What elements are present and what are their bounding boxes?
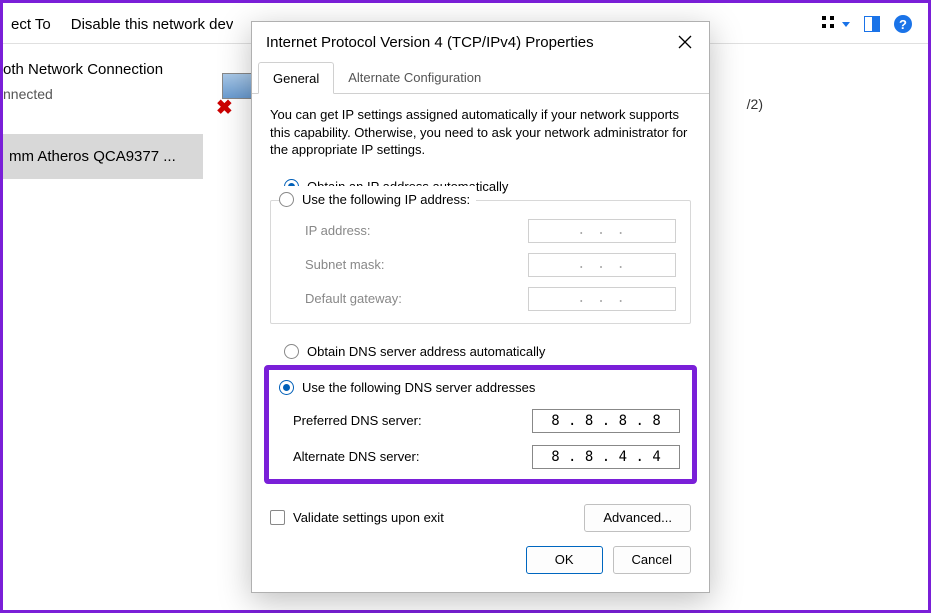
tab-general[interactable]: General (258, 62, 334, 94)
validate-checkbox[interactable] (270, 510, 285, 525)
ip-address-input: . . . (528, 219, 676, 243)
dialog-title: Internet Protocol Version 4 (TCP/IPv4) P… (266, 34, 669, 51)
tab-alternate-configuration[interactable]: Alternate Configuration (334, 62, 495, 93)
dns-manual-highlight: Use the following DNS server addresses P… (264, 365, 697, 484)
validate-label: Validate settings upon exit (293, 510, 444, 525)
toolbar-disable-device[interactable]: Disable this network dev (71, 16, 234, 33)
grid-icon (822, 16, 838, 32)
adapter-list-item[interactable]: mm Atheros QCA9377 ... (3, 134, 203, 179)
connection-status: nnected (3, 82, 203, 114)
disconnected-x-icon: ✖ (216, 95, 234, 113)
radio-use-dns-manual[interactable]: Use the following DNS server addresses (279, 376, 682, 403)
chevron-down-icon (842, 22, 850, 27)
toolbar-connect-to[interactable]: ect To (11, 16, 51, 33)
view-options-button[interactable] (822, 16, 850, 32)
ip-address-label: IP address: (305, 223, 516, 238)
radio-icon (284, 344, 299, 359)
cancel-button[interactable]: Cancel (613, 546, 691, 574)
radio-icon (279, 380, 294, 395)
page-indicator: /2) (747, 96, 763, 112)
default-gateway-input: . . . (528, 287, 676, 311)
subnet-mask-input: . . . (528, 253, 676, 277)
ok-button[interactable]: OK (526, 546, 603, 574)
advanced-button[interactable]: Advanced... (584, 504, 691, 532)
alternate-dns-label: Alternate DNS server: (293, 449, 520, 464)
alternate-dns-input[interactable]: 8 . 8 . 4 . 4 (532, 445, 680, 469)
ipv4-properties-dialog: Internet Protocol Version 4 (TCP/IPv4) P… (251, 21, 710, 593)
intro-text: You can get IP settings assigned automat… (270, 106, 691, 159)
radio-label: Use the following IP address: (302, 192, 470, 207)
close-icon (678, 35, 692, 49)
preferred-dns-label: Preferred DNS server: (293, 413, 520, 428)
default-gateway-label: Default gateway: (305, 291, 516, 306)
preview-pane-button[interactable] (864, 16, 880, 32)
close-button[interactable] (669, 26, 701, 58)
connection-name: oth Network Connection (3, 53, 203, 82)
preferred-dns-input[interactable]: 8 . 8 . 8 . 8 (532, 409, 680, 433)
radio-icon (279, 192, 294, 207)
radio-label: Obtain DNS server address automatically (307, 344, 545, 359)
radio-label: Use the following DNS server addresses (302, 380, 535, 395)
help-button[interactable]: ? (894, 15, 912, 33)
subnet-mask-label: Subnet mask: (305, 257, 516, 272)
radio-use-ip-manual[interactable]: Use the following IP address: (279, 186, 476, 213)
radio-obtain-dns-auto[interactable]: Obtain DNS server address automatically (284, 338, 691, 365)
